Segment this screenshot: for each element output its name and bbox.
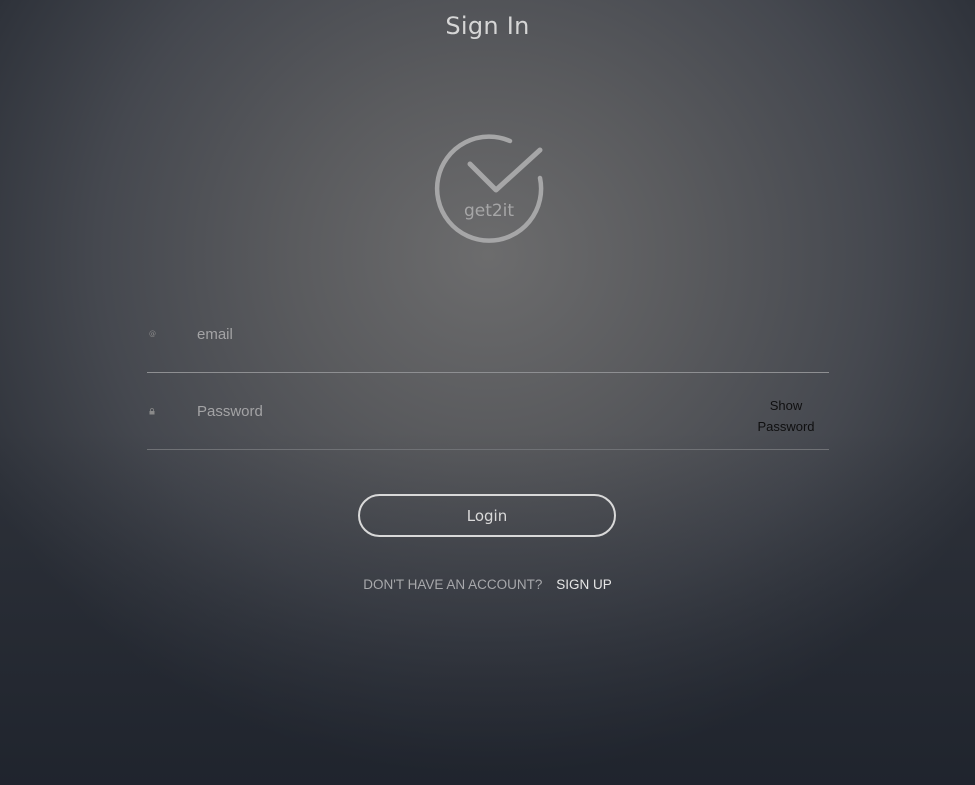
password-field: Show Password bbox=[147, 373, 829, 450]
signup-prompt: DON'T HAVE AN ACCOUNT? bbox=[363, 577, 543, 592]
login-button[interactable]: Login bbox=[358, 494, 616, 537]
email-input[interactable] bbox=[197, 320, 717, 348]
lock-icon bbox=[149, 408, 155, 415]
get2it-logo: get2it bbox=[430, 130, 546, 246]
email-field: @ bbox=[147, 296, 829, 373]
logo-text: get2it bbox=[464, 201, 514, 221]
checkmark-circle-icon: get2it bbox=[434, 134, 544, 243]
at-sign-icon: @ bbox=[149, 330, 156, 338]
signup-link[interactable]: SIGN UP bbox=[556, 577, 612, 592]
password-input[interactable] bbox=[197, 397, 717, 425]
page-title: Sign In bbox=[445, 12, 530, 40]
show-password-label-line1: Show bbox=[769, 398, 803, 413]
signup-row: DON'T HAVE AN ACCOUNT? SIGN UP bbox=[0, 577, 975, 592]
show-password-toggle[interactable]: Show Password bbox=[753, 395, 819, 437]
show-password-label-line2: Password bbox=[757, 419, 815, 434]
